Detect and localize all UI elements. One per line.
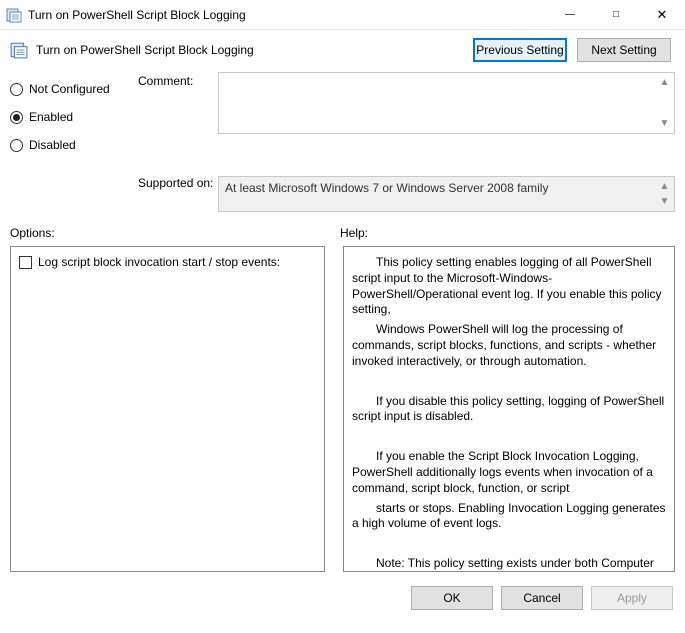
window-controls: — □ ✕ [547,0,685,29]
window-title: Turn on PowerShell Script Block Logging [28,8,547,22]
cancel-button[interactable]: Cancel [501,586,583,610]
supported-on-text: At least Microsoft Windows 7 or Windows … [218,176,675,212]
state-radio-group: Not Configured Enabled Disabled [10,72,138,166]
options-pane: Log script block invocation start / stop… [10,246,325,572]
scroll-up-icon[interactable]: ▲ [657,75,672,90]
radio-icon [10,111,23,124]
policy-title: Turn on PowerShell Script Block Logging [36,43,465,57]
apply-button[interactable]: Apply [591,586,673,610]
dialog-footer: OK Cancel Apply [0,578,685,620]
close-button[interactable]: ✕ [639,0,685,29]
radio-label: Disabled [29,138,76,152]
supported-on-value: At least Microsoft Windows 7 or Windows … [225,181,548,195]
maximize-button[interactable]: □ [593,0,639,29]
previous-setting-button[interactable]: Previous Setting [473,38,567,62]
next-setting-button[interactable]: Next Setting [577,38,671,62]
scroll-up-icon: ▲ [657,179,672,194]
policy-icon [10,41,28,59]
options-label: Options: [10,226,340,240]
radio-disabled[interactable]: Disabled [10,138,138,152]
checkbox-icon [19,256,32,269]
minimize-button[interactable]: — [547,0,593,29]
comment-label: Comment: [138,74,218,136]
radio-label: Enabled [29,110,73,124]
policy-icon [6,7,22,23]
radio-label: Not Configured [29,82,110,96]
help-paragraph: starts or stops. Enabling Invocation Log… [352,501,666,533]
help-pane: This policy setting enables logging of a… [343,246,675,572]
scroll-down-icon: ▼ [657,194,672,209]
help-paragraph: This policy setting enables logging of a… [352,255,666,318]
help-paragraph: If you disable this policy setting, logg… [352,394,666,426]
scroll-down-icon[interactable]: ▼ [657,116,672,131]
help-paragraph: Note: This policy setting exists under b… [352,556,666,572]
log-invocation-checkbox[interactable]: Log script block invocation start / stop… [19,255,316,269]
radio-not-configured[interactable]: Not Configured [10,82,138,96]
ok-button[interactable]: OK [411,586,493,610]
help-paragraph: Windows PowerShell will log the processi… [352,322,666,369]
radio-icon [10,83,23,96]
header-row: Turn on PowerShell Script Block Logging … [10,38,675,62]
comment-textarea[interactable]: ▲ ▼ [218,72,675,134]
help-label: Help: [340,226,675,240]
radio-enabled[interactable]: Enabled [10,110,138,124]
help-paragraph: If you enable the Script Block Invocatio… [352,449,666,496]
supported-on-label: Supported on: [138,176,218,190]
radio-icon [10,139,23,152]
checkbox-label: Log script block invocation start / stop… [38,255,280,269]
titlebar: Turn on PowerShell Script Block Logging … [0,0,685,30]
help-text: This policy setting enables logging of a… [352,255,666,572]
